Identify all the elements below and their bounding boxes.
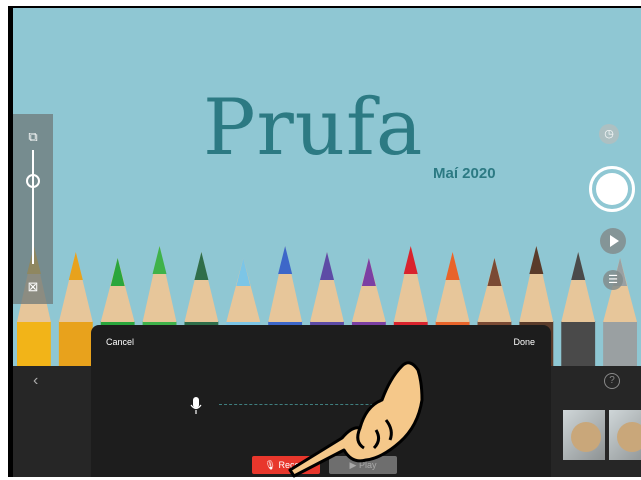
- layers-icon[interactable]: ⧉: [26, 130, 40, 144]
- chevron-left-icon[interactable]: ‹: [33, 372, 38, 390]
- shutter-button[interactable]: [589, 166, 635, 212]
- pointing-hand-icon: [288, 361, 424, 478]
- done-button[interactable]: Done: [513, 337, 535, 347]
- clip-thumbnail[interactable]: [563, 410, 605, 460]
- microphone-icon: 🎙: [264, 460, 276, 470]
- slider-thumb[interactable]: [26, 173, 40, 188]
- canvas-subtitle: Maí 2020: [433, 165, 496, 182]
- canvas-title: Prufa: [203, 83, 424, 173]
- cancel-button[interactable]: Cancel: [106, 337, 134, 347]
- zoom-slider-panel[interactable]: ⧉ ⊠: [13, 114, 53, 304]
- help-icon[interactable]: ?: [604, 373, 620, 389]
- timer-icon[interactable]: ◷: [599, 124, 619, 144]
- play-icon[interactable]: [600, 228, 626, 254]
- list-icon[interactable]: ☰: [603, 270, 623, 290]
- slider-track[interactable]: [32, 150, 34, 264]
- microphone-icon: [190, 397, 202, 414]
- camera-canvas: Prufa Maí 2020 ⧉ ⊠ ◷ ☰: [13, 8, 641, 366]
- grid-off-icon[interactable]: ⊠: [26, 280, 40, 294]
- clip-thumbnail[interactable]: [609, 410, 641, 460]
